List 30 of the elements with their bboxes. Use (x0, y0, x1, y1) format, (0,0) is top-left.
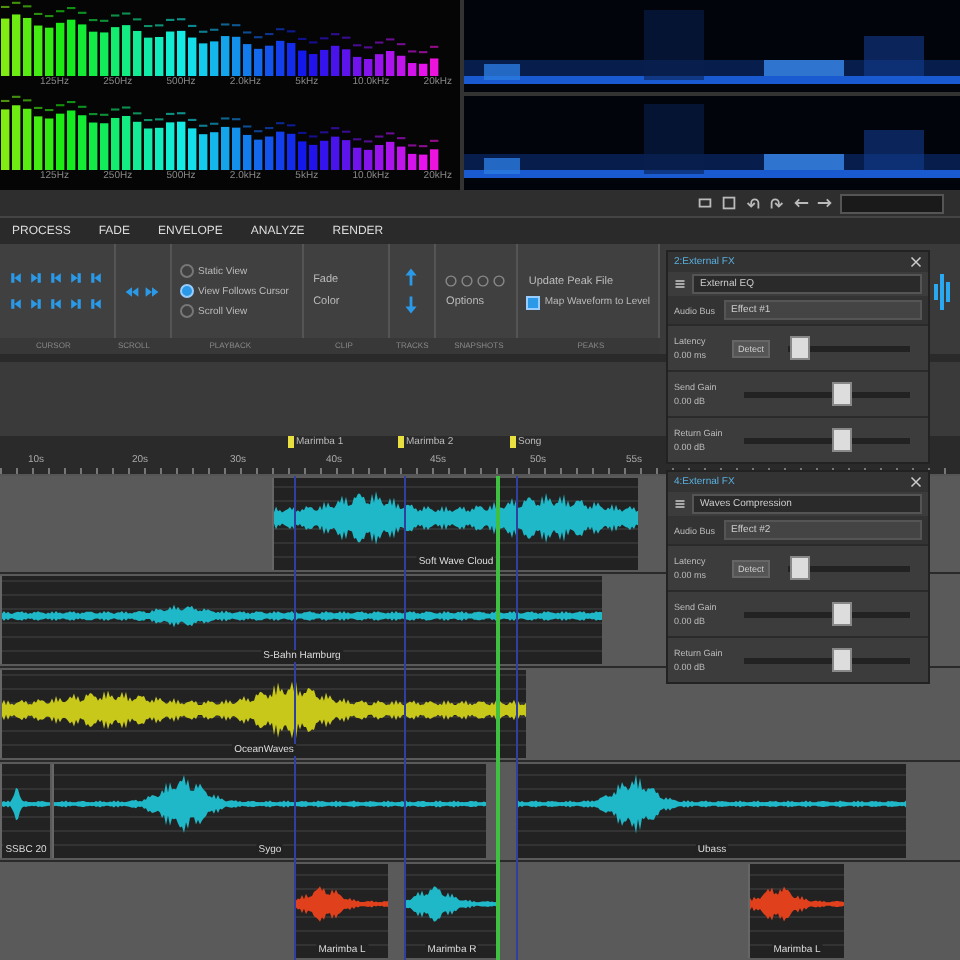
plugin-menu-icon[interactable] (674, 498, 686, 510)
close-icon[interactable] (910, 476, 922, 488)
checkbox[interactable] (526, 295, 541, 309)
waveform-icon[interactable] (932, 272, 952, 312)
slider-thumb[interactable] (831, 428, 852, 452)
back-arrow-icon[interactable] (792, 194, 810, 212)
forward-arrow-icon[interactable] (816, 194, 834, 212)
marker-icon[interactable] (88, 270, 104, 286)
skip-back-icon[interactable] (8, 296, 24, 312)
skip-forward-icon[interactable] (28, 270, 44, 286)
close-icon[interactable] (910, 256, 922, 268)
skip-forward-icon[interactable] (28, 296, 44, 312)
slider-thumb[interactable] (790, 556, 811, 580)
step-forward-icon[interactable] (68, 270, 84, 286)
redo-icon[interactable] (768, 194, 786, 212)
marker-icon[interactable] (88, 296, 104, 312)
slider-thumb[interactable] (790, 336, 811, 360)
slider-thumb[interactable] (831, 382, 852, 406)
plugin-menu-icon[interactable] (674, 278, 686, 290)
undo-icon[interactable] (744, 194, 762, 212)
step-back-icon[interactable] (48, 270, 64, 286)
up-arrow-icon[interactable] (404, 266, 419, 288)
slider-thumb[interactable] (831, 648, 852, 672)
step-back-icon[interactable] (48, 296, 64, 312)
fast-forward-icon[interactable] (144, 283, 160, 299)
step-forward-icon[interactable] (68, 296, 84, 312)
skip-back-icon[interactable] (8, 270, 24, 286)
rewind-icon[interactable] (124, 283, 140, 299)
down-arrow-icon[interactable] (404, 294, 419, 316)
slider-thumb[interactable] (831, 602, 852, 626)
